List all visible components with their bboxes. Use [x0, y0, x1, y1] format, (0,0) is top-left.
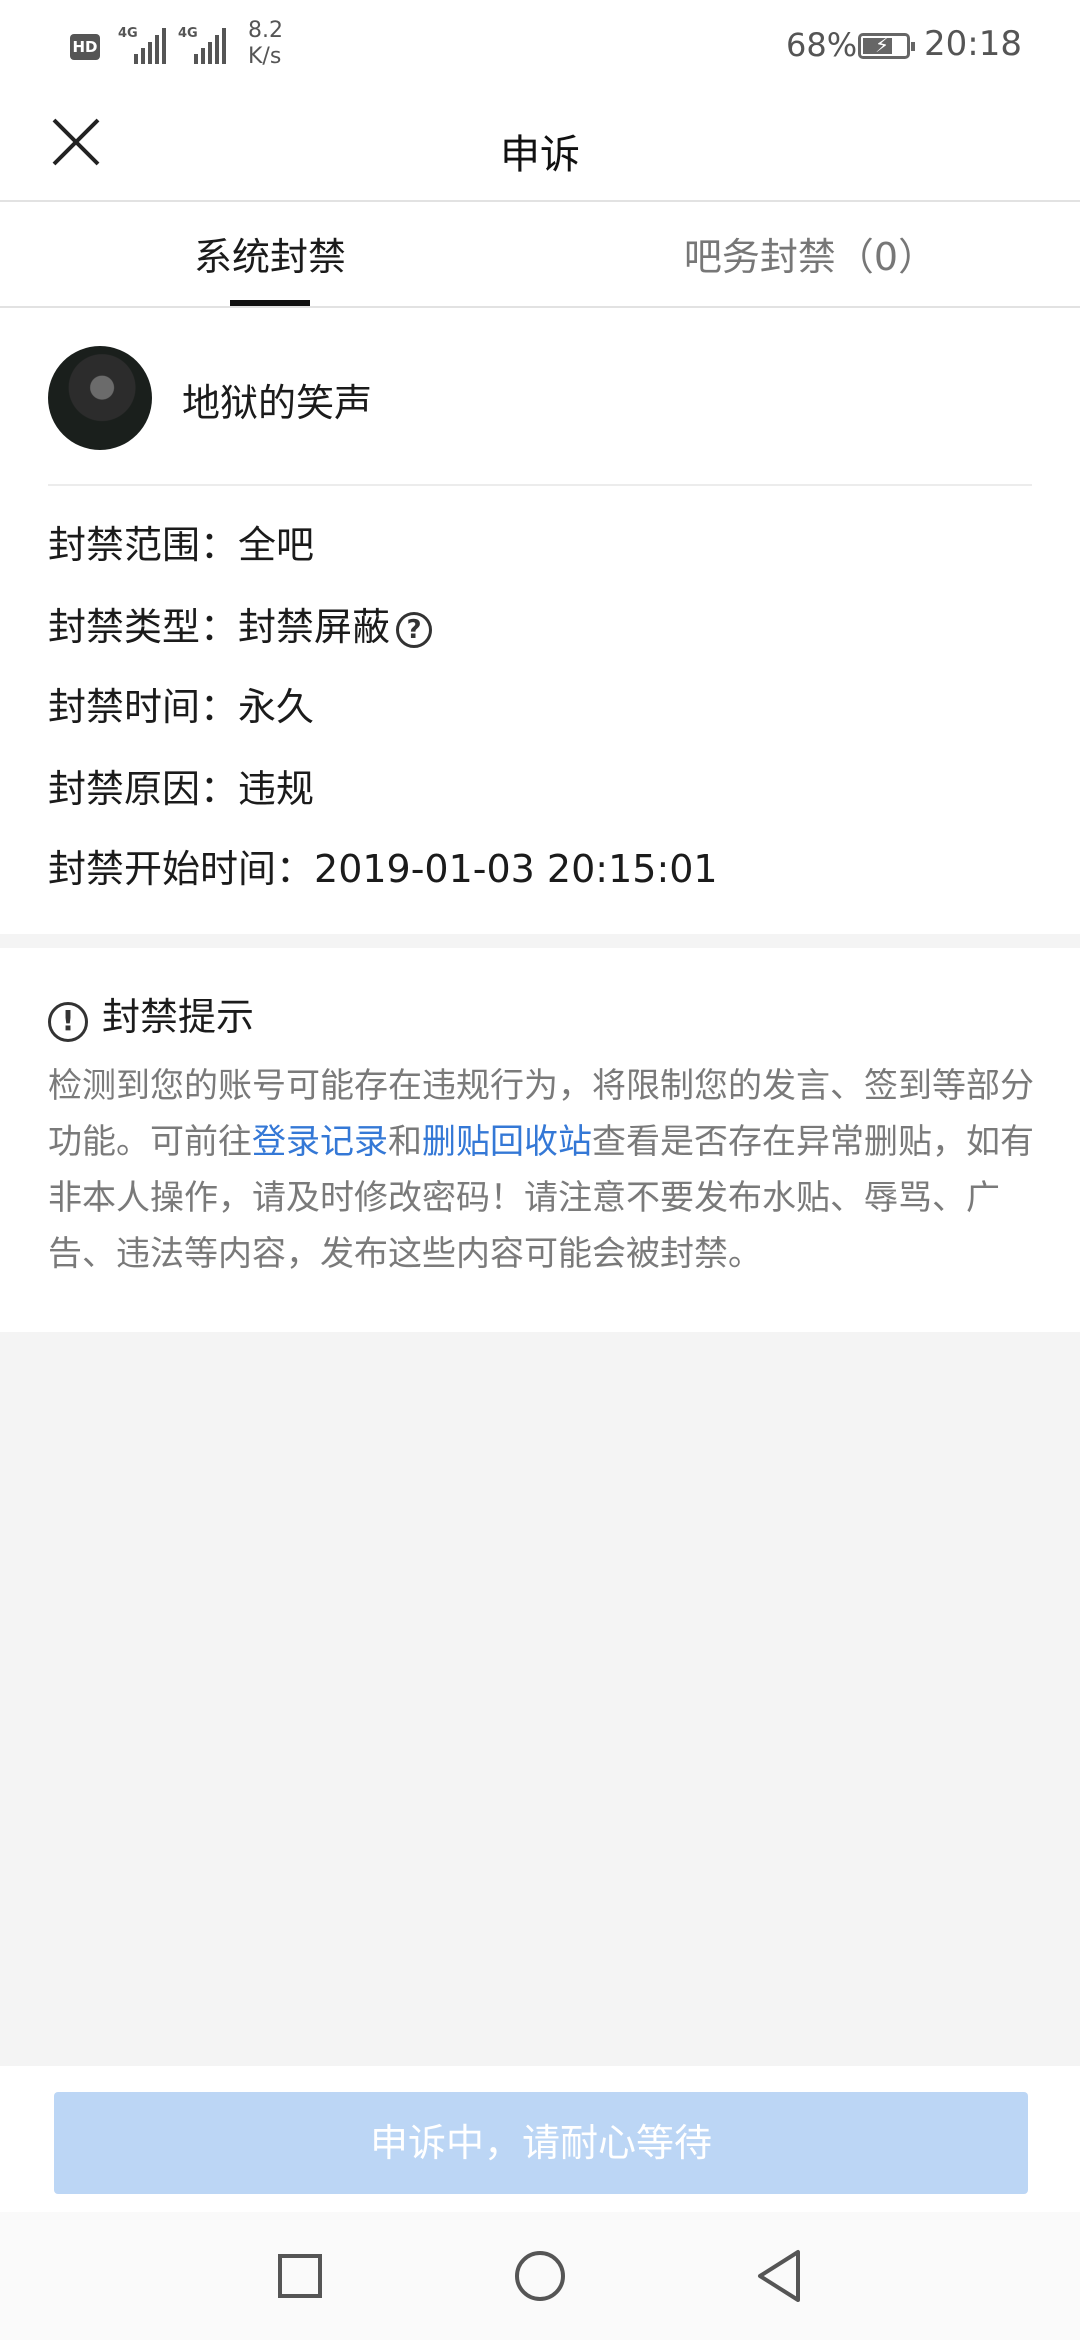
- ban-start-value: 2019-01-03 20:15:01: [314, 847, 718, 891]
- ban-reason-label: 封禁原因：: [48, 767, 239, 811]
- clock: 20:18: [924, 24, 1022, 64]
- sim2-network-label: 4G: [178, 26, 198, 41]
- circle-icon: [515, 2251, 565, 2301]
- notice-title: 封禁提示: [102, 995, 255, 1039]
- signal-sim2-icon: 4G: [178, 24, 234, 64]
- hd-icon: HD: [70, 34, 100, 60]
- header: 申诉: [0, 92, 1080, 202]
- ban-start-label: 封禁开始时间：: [48, 847, 315, 891]
- ban-type-label: 封禁类型：: [48, 605, 239, 649]
- ban-info-card: 地狱的笑声 封禁范围：全吧 封禁类型：封禁屏蔽? 封禁时间：永久 封禁原因：违规…: [0, 308, 1080, 934]
- ban-time-value: 永久: [238, 685, 315, 729]
- tab-system-ban[interactable]: 系统封禁: [0, 202, 540, 306]
- ban-time-label: 封禁时间：: [48, 685, 239, 729]
- ban-type-value: 封禁屏蔽: [238, 605, 391, 649]
- back-triangle-icon: [758, 2250, 800, 2302]
- ban-type-row: 封禁类型：封禁屏蔽?: [48, 596, 433, 651]
- ban-reason-row: 封禁原因：违规: [48, 758, 314, 813]
- notice-heading: ! 封禁提示: [48, 986, 254, 1042]
- action-bar: 申诉中，请耐心等待: [0, 2066, 1080, 2212]
- signal-sim1-icon: 4G: [118, 24, 174, 64]
- appeal-pending-button[interactable]: 申诉中，请耐心等待: [54, 2092, 1028, 2194]
- network-speed: 8.2 K/s: [248, 18, 283, 70]
- network-speed-unit: K/s: [248, 44, 282, 69]
- avatar: [48, 346, 152, 450]
- help-icon[interactable]: ?: [396, 612, 433, 648]
- home-button[interactable]: [504, 2240, 576, 2312]
- square-icon: [278, 2254, 322, 2298]
- tab-bar-admin-ban[interactable]: 吧务封禁（0）: [540, 202, 1080, 306]
- ban-scope-label: 封禁范围：: [48, 523, 239, 567]
- notice-text: 检测到您的账号可能存在违规行为，将限制您的发言、签到等部分功能。可前往登录记录和…: [48, 1058, 1038, 1282]
- ban-reason-value: 违规: [238, 767, 315, 811]
- tab-bar: 系统封禁 吧务封禁（0）: [0, 202, 1080, 308]
- ban-scope-value: 全吧: [238, 523, 315, 567]
- recent-apps-button[interactable]: [264, 2240, 336, 2312]
- notice-text-part-2: 和: [388, 1122, 422, 1162]
- ban-time-row: 封禁时间：永久: [48, 676, 314, 731]
- status-bar: HD 4G 4G 8.2 K/s 68% ⚡ 20:18: [0, 0, 1080, 92]
- active-tab-indicator: [230, 300, 310, 306]
- battery-percent: 68%: [786, 26, 858, 64]
- divider: [48, 484, 1032, 486]
- system-nav-bar: [0, 2212, 1080, 2340]
- username: 地狱的笑声: [182, 381, 373, 425]
- ban-start-row: 封禁开始时间：2019-01-03 20:15:01: [48, 838, 718, 893]
- alert-icon: !: [48, 1002, 88, 1042]
- sim1-network-label: 4G: [118, 26, 138, 41]
- page-title: 申诉: [500, 132, 580, 178]
- back-button[interactable]: [744, 2240, 816, 2312]
- deleted-posts-recycle-link[interactable]: 删贴回收站: [422, 1122, 592, 1162]
- network-speed-value: 8.2: [248, 18, 283, 43]
- ban-notice-card: ! 封禁提示 检测到您的账号可能存在违规行为，将限制您的发言、签到等部分功能。可前…: [0, 948, 1080, 1332]
- login-records-link[interactable]: 登录记录: [252, 1122, 388, 1162]
- charging-icon: ⚡: [875, 33, 890, 57]
- ban-scope-row: 封禁范围：全吧: [48, 514, 314, 569]
- battery-icon: ⚡: [858, 33, 915, 59]
